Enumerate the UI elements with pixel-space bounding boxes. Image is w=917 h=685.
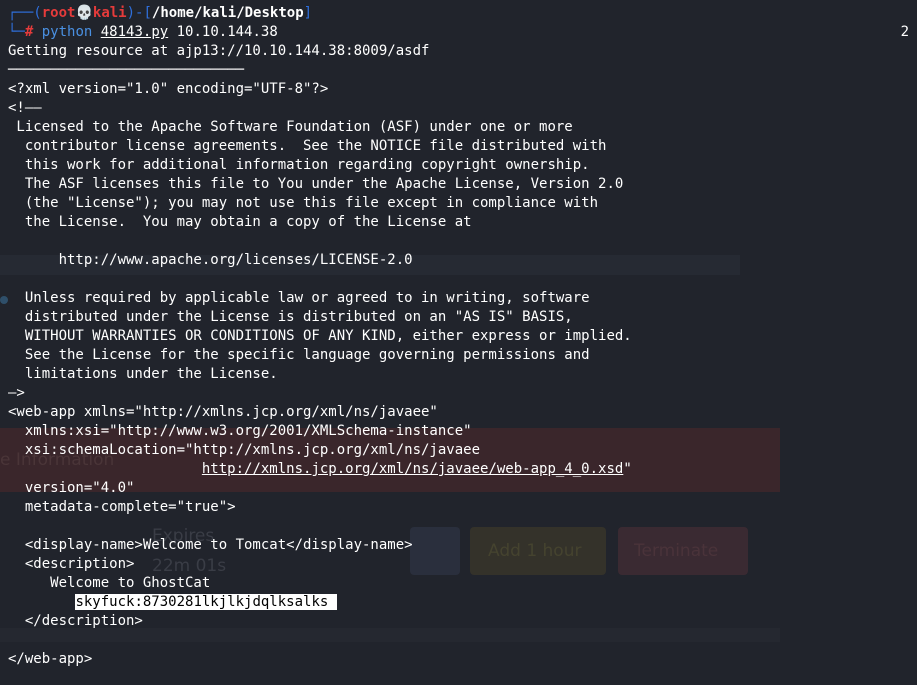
output-line: The ASF licenses this file to You under … [8,176,624,192]
output-rule: ──────────────────────────── [8,62,245,78]
command-script: 48143.py [100,24,169,40]
output-line: Welcome to GhostCat [8,575,211,591]
output-line: distributed under the License is distrib… [8,309,573,325]
output-line: <?xml version="1.0" encoding="UTF-8"?> [8,81,329,97]
output-line: <web-app xmlns="http://xmlns.jcp.org/xml… [8,404,438,420]
output-line: skyfuck:8730281lkjlkjdqlksalks [8,593,909,612]
output-line: version="4.0" [8,480,135,496]
output-line: —> [8,385,25,401]
right-status-value: 2 [900,24,909,40]
output-line: this work for additional information reg… [8,157,590,173]
output-line: metadata-complete="true"> [8,499,236,515]
output-line: WITHOUT WARRANTIES OR CONDITIONS OF ANY … [8,328,632,344]
prompt-hash: # [24,24,34,40]
output-line: xmlns:xsi="http://www.w3.org/2001/XMLSch… [8,423,472,439]
command-args: 10.10.144.38 [176,24,278,40]
output-line: the License. You may obtain a copy of th… [8,214,472,230]
selected-credentials[interactable]: skyfuck:8730281lkjlkjdqlksalks [75,594,337,610]
schema-url-link[interactable]: http://xmlns.jcp.org/xml/ns/javaee/web-a… [202,461,623,477]
xml-output-block: </description> </web-app> [8,612,909,669]
output-line: xsi:schemaLocation="http://xmlns.jcp.org… [8,442,481,458]
prompt-user: root [41,5,76,21]
prompt-corner: ┌── [8,5,34,21]
prompt-path: /home/kali/Desktop [151,5,304,21]
output-line: http://www.apache.org/licenses/LICENSE-2… [8,252,413,268]
output-line: See the License for the specific languag… [8,347,590,363]
output-line: <display-name>Welcome to Tomcat</display… [8,537,413,553]
command-name: python [41,24,93,40]
skull-icon: 💀 [75,5,93,21]
output-line: <!—— [8,100,42,116]
output-line: <description> [8,556,135,572]
terminal-window[interactable]: ┌──(root💀kali)-[/home/kali/Desktop] └─# … [0,0,917,685]
output-line: Licensed to the Apache Software Foundati… [8,119,573,135]
output-line: limitations under the License. [8,366,278,382]
schema-quote: " [623,461,632,477]
xml-output-block: <?xml version="1.0" encoding="UTF-8"?> <!… [8,80,909,460]
prompt-line: ┌──(root💀kali)-[/home/kali/Desktop] [8,4,909,23]
prompt-arrow: └─ [8,24,25,40]
output-line: </web-app> [8,651,93,667]
command-line[interactable]: └─# python 48143.py 10.10.144.38 2 [8,23,909,42]
credentials-indent [8,594,75,610]
output-line: http://xmlns.jcp.org/xml/ns/javaee/web-a… [8,460,909,479]
output-line: </description> [8,613,143,629]
prompt-paren: ( [33,5,42,21]
prompt-separator: )-[ [126,5,152,21]
prompt-bracket: ] [303,5,313,21]
prompt-host: kali [92,5,127,21]
output-line: contributor license agreements. See the … [8,138,607,154]
output-line: Unless required by applicable law or agr… [8,290,590,306]
xml-output-block: version="4.0" metadata-complete="true"> … [8,479,909,593]
output-line: (the "License"); you may not use this fi… [8,195,599,211]
output-resource-line: Getting resource at ajp13://10.10.144.38… [8,43,430,59]
schema-indent [8,461,202,477]
